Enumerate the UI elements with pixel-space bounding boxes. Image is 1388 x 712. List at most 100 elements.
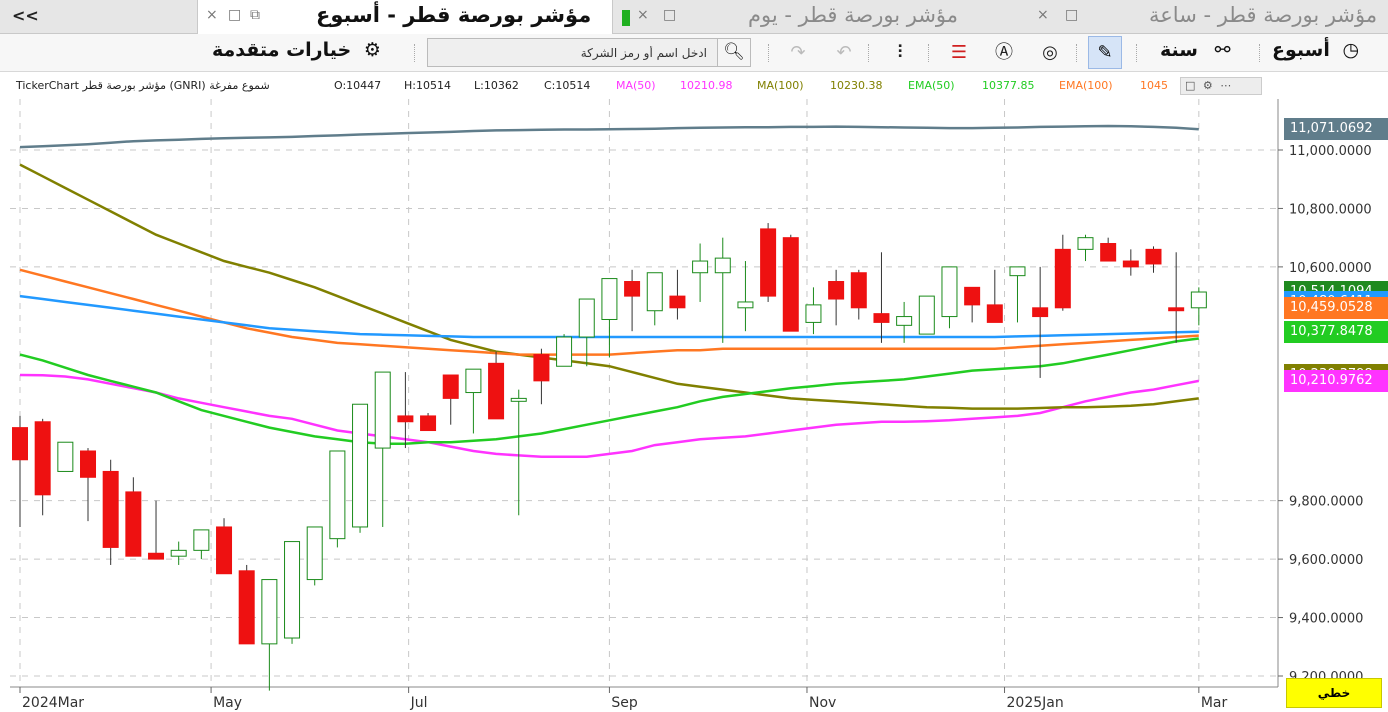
candle-body xyxy=(578,298,595,338)
separator xyxy=(768,44,769,62)
candle-body xyxy=(261,579,278,645)
x-tick-label: Jul xyxy=(410,695,428,711)
candle-body xyxy=(941,266,958,318)
separator xyxy=(1259,44,1260,62)
candle-body xyxy=(329,450,346,540)
undo-icon[interactable]: ↶ xyxy=(832,41,856,65)
candle-body xyxy=(896,316,913,326)
period-year-button[interactable]: سنة ⚯ xyxy=(1160,39,1231,67)
candle-body xyxy=(873,313,890,323)
candle-body xyxy=(624,281,641,297)
auto-icon[interactable]: Ⓐ xyxy=(992,41,1016,65)
close-value: C:10514 xyxy=(544,79,591,92)
separator xyxy=(1076,44,1077,62)
restore-icon[interactable]: □ xyxy=(663,7,676,23)
ma100-label: MA(100) xyxy=(757,79,804,92)
advanced-options-button[interactable]: خيارات متقدمة ⚙ xyxy=(212,39,381,67)
candle-body xyxy=(442,374,459,399)
tab-day[interactable]: × □ مؤشر بورصة قطر - يوم xyxy=(613,0,1023,34)
low-value: L:10362 xyxy=(474,79,519,92)
chart-source-label: TickerChart مؤشر بورصة قطر (GNRI) شموع م… xyxy=(16,79,270,92)
x-tick-label: 2025Jan xyxy=(1007,695,1064,711)
period-year-label: سنة xyxy=(1160,39,1198,61)
period-week-button[interactable]: أسبوع ◷ xyxy=(1272,39,1359,67)
tab-bar: << × □ ⧉ مؤشر بورصة قطر - أسبوع × □ مؤشر… xyxy=(0,0,1388,34)
search-icon[interactable]: 🔍︎ xyxy=(717,39,750,66)
candle-body xyxy=(1032,307,1049,318)
close-icon[interactable]: × xyxy=(637,7,649,23)
candle-body xyxy=(669,295,686,309)
close-icon[interactable]: × xyxy=(1037,7,1049,23)
more-icon[interactable]: ⋯ xyxy=(1220,79,1231,92)
restore-icon[interactable]: □ xyxy=(1065,7,1078,23)
candle-body xyxy=(1100,243,1117,262)
ma50-value: 10210.98 xyxy=(680,79,733,92)
ma50-label: MA(50) xyxy=(616,79,656,92)
horizontal-lines-icon[interactable]: ☰ xyxy=(947,41,971,65)
tab-scroll-button[interactable]: << xyxy=(0,0,60,34)
separator xyxy=(928,44,929,62)
y-tick-label: 10,600.0000 xyxy=(1289,261,1372,276)
maximize-icon[interactable]: □ xyxy=(1185,79,1195,92)
line-type-button[interactable]: خطي xyxy=(1286,678,1382,708)
candle-body xyxy=(510,397,527,402)
separator xyxy=(1136,44,1137,62)
tab-hour[interactable]: × □ مؤشر بورصة قطر - ساعة xyxy=(1023,0,1388,34)
flag-icon xyxy=(622,10,630,26)
candle-body xyxy=(102,470,119,548)
legend-controls[interactable]: □ ⚙ ⋯ xyxy=(1180,77,1262,95)
candle-body xyxy=(352,403,369,528)
candle-body xyxy=(465,368,482,394)
candle-body xyxy=(12,427,28,461)
period-week-label: أسبوع xyxy=(1272,39,1330,61)
tab-title: مؤشر بورصة قطر - أسبوع xyxy=(316,3,592,27)
candle-body xyxy=(601,278,618,320)
gear-icon: ⚙ xyxy=(363,39,381,61)
clock-icon: ◷ xyxy=(1342,39,1360,61)
indicator-icon[interactable]: ◎ xyxy=(1038,41,1062,65)
candle-body xyxy=(420,415,437,432)
y-tick-label: 11,000.0000 xyxy=(1289,144,1372,159)
y-tick-label: 9,600.0000 xyxy=(1289,553,1363,568)
candle-body xyxy=(125,491,142,557)
ma100-value: 10230.38 xyxy=(830,79,883,92)
candle-body xyxy=(1009,266,1026,277)
x-tick-label: 2024Mar xyxy=(22,695,84,711)
ema50-value: 10377.85 xyxy=(982,79,1035,92)
candle-body xyxy=(284,541,301,639)
ema100-value: 1045 xyxy=(1140,79,1168,92)
toolbar: خيارات متقدمة ⚙ 🔍︎ ↷ ↶ ⫶ ☰ Ⓐ ◎ ✎ سنة ⚯ أ… xyxy=(0,34,1388,72)
restore-icon[interactable]: □ xyxy=(228,7,241,23)
candle-body xyxy=(34,421,51,496)
candle-body xyxy=(828,281,845,300)
symbol-search-input[interactable] xyxy=(428,39,715,66)
high-value: H:10514 xyxy=(404,79,451,92)
candle-body xyxy=(986,304,1003,323)
redo-icon[interactable]: ↷ xyxy=(786,41,810,65)
tab-week[interactable]: × □ ⧉ مؤشر بورصة قطر - أسبوع xyxy=(197,0,613,34)
candle-body xyxy=(216,526,233,575)
candle-body xyxy=(170,549,187,557)
price-chart[interactable]: 9,200.00009,400.00009,600.00009,800.0000… xyxy=(0,99,1388,712)
ema50-label: EMA(50) xyxy=(908,79,955,92)
candle-body xyxy=(193,529,210,551)
close-icon[interactable]: × xyxy=(206,7,218,23)
candle-type-icon[interactable]: ⫶ xyxy=(888,41,912,65)
settings-icon[interactable]: ⚙ xyxy=(1203,79,1213,92)
popout-icon[interactable]: ⧉ xyxy=(250,7,260,23)
chart-info-line: TickerChart مؤشر بورصة قطر (GNRI) شموع م… xyxy=(0,73,1388,99)
separator xyxy=(414,44,415,62)
candle-body xyxy=(374,371,391,449)
tab-title: مؤشر بورصة قطر - ساعة xyxy=(1149,3,1378,27)
plot-area xyxy=(10,99,1278,687)
candle-body xyxy=(57,441,74,472)
candle-body xyxy=(533,354,550,382)
candle-body xyxy=(148,552,165,560)
candle-body xyxy=(397,415,414,423)
candle-body xyxy=(306,526,323,581)
symbol-search: 🔍︎ xyxy=(427,38,751,67)
candle-body xyxy=(782,237,799,332)
draw-tool-icon[interactable]: ✎ xyxy=(1088,36,1122,69)
candle-body xyxy=(760,228,777,297)
x-tick-label: Nov xyxy=(809,695,836,711)
